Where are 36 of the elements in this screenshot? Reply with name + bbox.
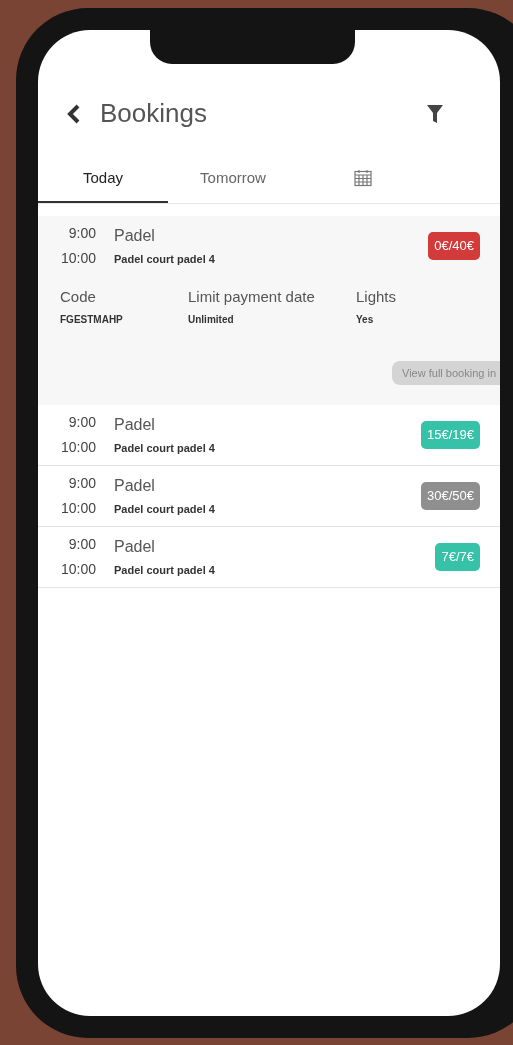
end-time: 10:00 xyxy=(60,249,96,268)
sport-name: Padel xyxy=(114,226,156,247)
price-badge: 7€/7€ xyxy=(435,543,480,571)
tab[interactable]: Tomorrow xyxy=(168,163,298,203)
price-badge: 15€/19€ xyxy=(421,421,480,449)
detail-label: Code xyxy=(60,287,97,307)
sport-name: Padel xyxy=(114,476,156,497)
booking-row[interactable]: 9:00 10:00 Padel Padel court padel 4 7€/7€ xyxy=(38,527,500,588)
court-name: Padel court padel 4 xyxy=(114,252,215,268)
calendar-icon xyxy=(353,168,373,188)
detail-label: Limit payment date xyxy=(188,287,316,307)
start-time: 9:00 xyxy=(68,474,96,493)
price-badge: 30€/50€ xyxy=(421,482,480,510)
detail-value: Yes xyxy=(356,312,375,327)
booking-row[interactable]: 9:00 10:00 Padel Padel court padel 4 30€/50€ xyxy=(38,466,500,527)
back-icon[interactable] xyxy=(66,102,82,125)
booking-row[interactable]: 9:00 10:00 Padel Padel court padel 4 0€/40€ Code FGESTMAHP Limit payment date Unlimited Lights Yes View full booking in xyxy=(38,216,500,405)
detail-label: Lights xyxy=(356,287,397,307)
start-time: 9:00 xyxy=(68,224,96,243)
tab[interactable]: Today xyxy=(38,163,168,203)
start-time: 9:00 xyxy=(68,535,96,554)
end-time: 10:00 xyxy=(60,499,96,518)
sport-name: Padel xyxy=(114,415,156,436)
detail-value: Unlimited xyxy=(188,312,235,327)
court-name: Padel court padel 4 xyxy=(114,563,215,579)
court-name: Padel court padel 4 xyxy=(114,502,215,518)
price-badge: 0€/40€ xyxy=(428,232,480,260)
start-time: 9:00 xyxy=(68,413,96,432)
end-time: 10:00 xyxy=(60,438,96,457)
sport-name: Padel xyxy=(114,537,156,558)
detail-value: FGESTMAHP xyxy=(60,312,124,327)
booking-row[interactable]: 9:00 10:00 Padel Padel court padel 4 15€/19€ xyxy=(38,405,500,466)
page-title: Bookings xyxy=(100,97,207,130)
end-time: 10:00 xyxy=(60,560,96,579)
court-name: Padel court padel 4 xyxy=(114,441,215,457)
filter-icon[interactable] xyxy=(426,103,444,124)
